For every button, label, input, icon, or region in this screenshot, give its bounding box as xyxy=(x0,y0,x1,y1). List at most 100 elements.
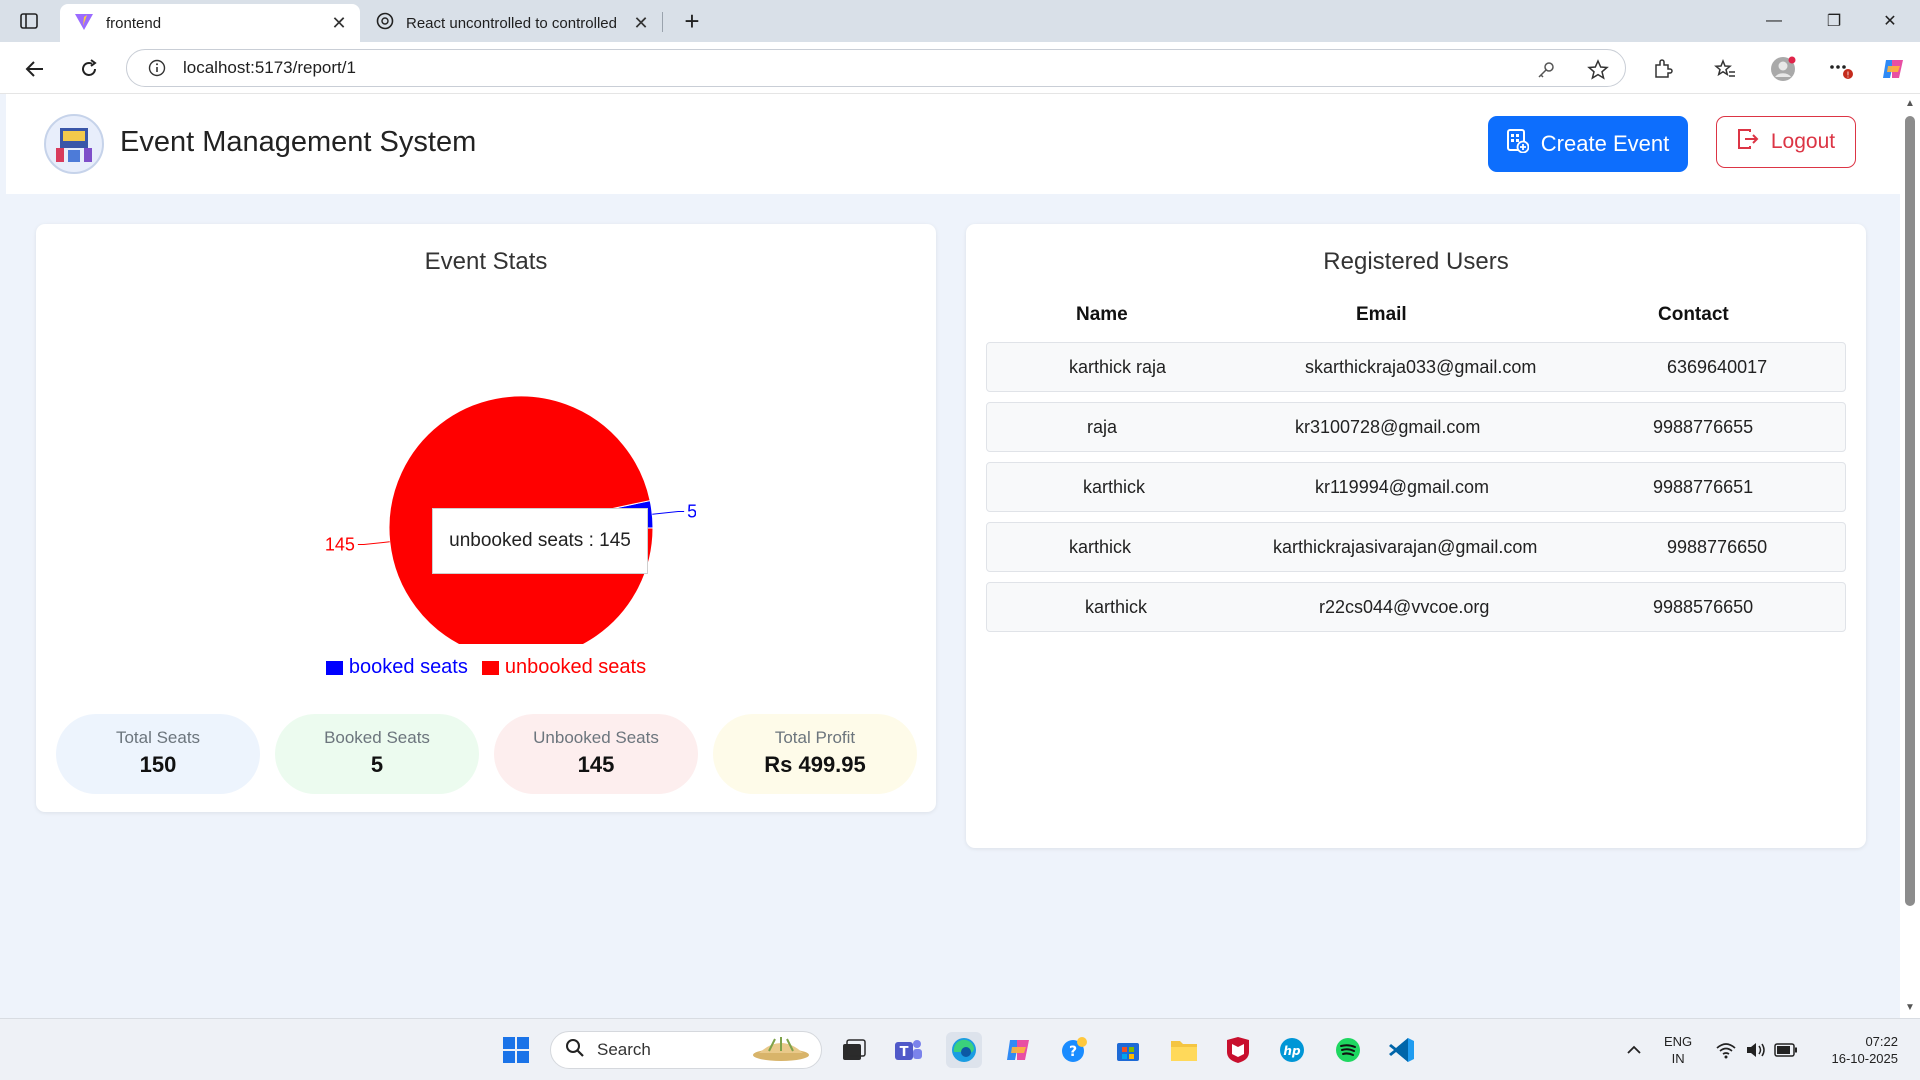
create-event-button[interactable]: Create Event xyxy=(1488,116,1688,172)
legend-item-booked[interactable]: booked seats xyxy=(325,656,468,679)
language-indicator[interactable]: ENG IN xyxy=(1664,1033,1692,1067)
url-text[interactable]: localhost:5173/report/1 xyxy=(183,58,356,78)
user-email: karthickrajasivarajan@gmail.com xyxy=(1273,537,1538,557)
user-name: karthick xyxy=(1083,477,1146,497)
more-menu-icon[interactable]: ! xyxy=(1828,56,1854,82)
user-name: raja xyxy=(1087,417,1118,437)
user-name: karthick raja xyxy=(1069,357,1167,377)
tab-react[interactable]: React uncontrolled to controlled ✕ xyxy=(362,4,662,42)
scroll-up-icon[interactable]: ▲ xyxy=(1904,98,1916,110)
language-code: ENG xyxy=(1664,1034,1693,1049)
taskbar-search-box[interactable]: Search xyxy=(550,1031,822,1069)
tab-title: frontend xyxy=(106,14,162,32)
restore-icon[interactable]: ❐ xyxy=(1806,0,1862,42)
create-event-label: Create Event xyxy=(1540,131,1670,156)
stat-label: Booked Seats xyxy=(324,728,430,747)
event-stats-title: Event Stats xyxy=(424,248,548,275)
spotify-icon[interactable] xyxy=(1330,1032,1366,1068)
legend-item-unbooked[interactable]: unbooked seats xyxy=(481,656,646,679)
stat-label: Unbooked Seats xyxy=(533,728,659,747)
event-stats-card: Event Stats 5 145 unbooked seats : 145 bo… xyxy=(36,224,936,812)
hp-icon[interactable]: hp xyxy=(1274,1032,1310,1068)
chart-tooltip: unbooked seats : 145 xyxy=(432,508,648,574)
table-row[interactable]: karthick kr119994@gmail.com 9988776651 xyxy=(986,462,1846,512)
new-tab-icon[interactable]: + xyxy=(676,6,708,36)
user-email: skarthickraja033@gmail.com xyxy=(1305,357,1537,377)
profile-avatar-icon[interactable] xyxy=(1770,56,1796,82)
event-logo xyxy=(44,114,104,174)
svg-text:T: T xyxy=(900,1045,909,1060)
calendar-plus-icon xyxy=(1506,129,1530,159)
registered-users-card: Registered Users Name Email Contact kart… xyxy=(966,224,1866,848)
stat-label: Total Profit xyxy=(774,728,856,747)
pie-data-label: 145 xyxy=(325,535,355,555)
logout-label: Logout xyxy=(1770,130,1836,153)
extensions-icon[interactable] xyxy=(1650,56,1676,82)
close-tab-icon[interactable]: ✕ xyxy=(326,10,352,36)
pie-label-line xyxy=(357,541,390,546)
table-row[interactable]: raja kr3100728@gmail.com 9988776655 xyxy=(986,402,1846,452)
region-code: IN xyxy=(1671,1051,1685,1066)
favorites-icon[interactable] xyxy=(1712,56,1738,82)
pie-label-line xyxy=(652,510,685,515)
refresh-icon[interactable] xyxy=(72,52,106,86)
table-row[interactable]: karthick r22cs044@vvcoe.org 9988576650 xyxy=(986,582,1846,632)
password-key-icon[interactable] xyxy=(1534,58,1558,82)
legend-swatch-booked xyxy=(325,660,343,675)
chatgpt-icon xyxy=(376,12,394,34)
table-row[interactable]: karthick raja skarthickraja033@gmail.com… xyxy=(986,342,1846,392)
clock-date: 16-10-2025 xyxy=(1831,1051,1899,1066)
page-scrollbar[interactable]: ▲ ▼ xyxy=(1900,94,1920,1018)
seats-pie-chart[interactable]: 5 145 xyxy=(276,344,696,644)
file-explorer-icon[interactable] xyxy=(1166,1032,1202,1068)
tab-actions-icon[interactable] xyxy=(14,8,44,34)
stat-value: 5 xyxy=(370,752,384,777)
column-header-name: Name xyxy=(1076,304,1128,325)
minimize-icon[interactable]: — xyxy=(1746,0,1802,42)
copilot-app-icon[interactable] xyxy=(1000,1032,1036,1068)
svg-text:!: ! xyxy=(1846,71,1849,80)
user-contact: 9988576650 xyxy=(1653,597,1754,617)
table-row[interactable]: karthick karthickrajasivarajan@gmail.com… xyxy=(986,522,1846,572)
stat-value: 150 xyxy=(139,752,177,777)
back-icon[interactable] xyxy=(18,52,52,86)
close-tab-icon[interactable]: ✕ xyxy=(628,10,654,36)
teams-icon[interactable]: T xyxy=(890,1032,926,1068)
tab-frontend[interactable]: frontend ✕ xyxy=(60,4,360,42)
microsoft-store-icon[interactable] xyxy=(1110,1032,1146,1068)
task-view-icon[interactable] xyxy=(836,1032,872,1068)
tab-title: React uncontrolled to controlled xyxy=(406,14,617,32)
user-email: kr3100728@gmail.com xyxy=(1295,417,1481,437)
clock[interactable]: 07:22 16-10-2025 xyxy=(1814,1033,1899,1067)
logout-icon xyxy=(1737,128,1759,156)
copilot-icon[interactable] xyxy=(1880,56,1906,82)
app-header: Event Management System Create Event Log… xyxy=(6,94,1900,194)
mcafee-icon[interactable] xyxy=(1220,1032,1256,1068)
edge-browser-icon[interactable] xyxy=(946,1032,982,1068)
user-email: kr119994@gmail.com xyxy=(1315,477,1490,497)
favorite-star-icon[interactable] xyxy=(1586,58,1610,82)
user-email: r22cs044@vvcoe.org xyxy=(1319,597,1490,617)
url-bar[interactable]: localhost:5173/report/1 xyxy=(126,49,1626,87)
close-window-icon[interactable]: ✕ xyxy=(1862,0,1918,42)
column-header-contact: Contact xyxy=(1658,304,1729,325)
windows-start-icon[interactable] xyxy=(498,1032,534,1068)
scrollbar-thumb[interactable] xyxy=(1905,116,1915,906)
battery-icon[interactable] xyxy=(1768,1032,1804,1068)
registered-users-title: Registered Users xyxy=(1323,248,1509,275)
user-contact: 6369640017 xyxy=(1667,357,1768,377)
unbooked-seats-stat: Unbooked Seats 145 xyxy=(494,714,698,794)
vscode-icon[interactable] xyxy=(1384,1032,1420,1068)
taskbar: Search T ? hp ENG IN 07:22 16-10-2025 xyxy=(0,1018,1920,1080)
site-info-icon[interactable] xyxy=(145,56,169,80)
scroll-down-icon[interactable]: ▼ xyxy=(1904,1002,1916,1014)
chart-legend: booked seats unbooked seats xyxy=(36,656,936,679)
help-icon[interactable]: ? xyxy=(1056,1032,1092,1068)
search-highlight-image xyxy=(749,1033,813,1068)
app-title: Event Management System xyxy=(120,126,477,158)
tab-separator xyxy=(662,12,663,32)
logout-button[interactable]: Logout xyxy=(1716,116,1856,168)
search-icon xyxy=(565,1038,585,1063)
stat-label: Total Seats xyxy=(115,728,201,747)
tray-overflow-icon[interactable] xyxy=(1616,1032,1652,1068)
